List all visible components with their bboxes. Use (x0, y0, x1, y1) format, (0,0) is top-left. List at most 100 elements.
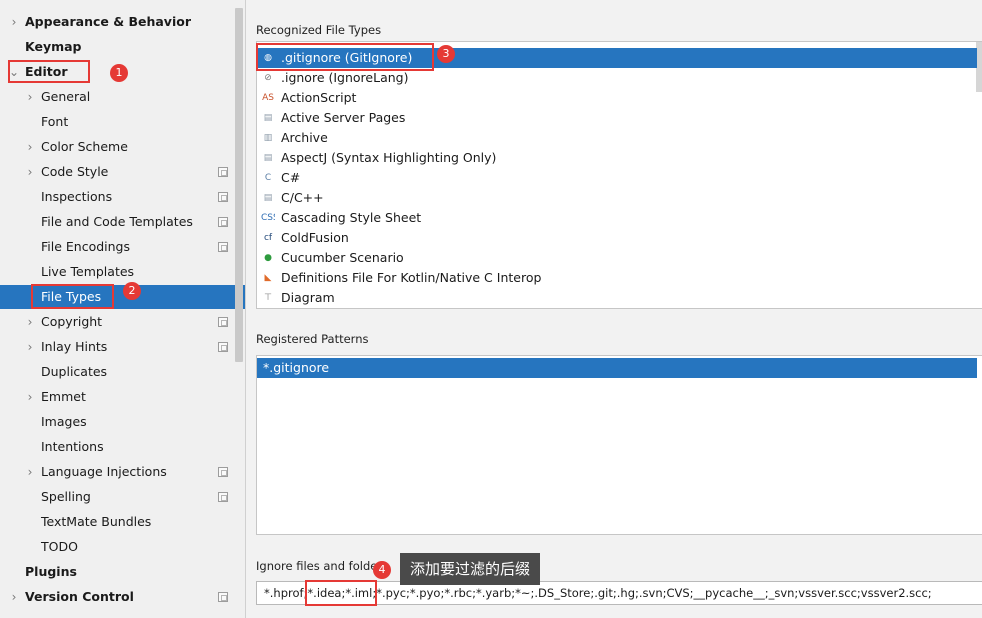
project-scope-icon (218, 217, 228, 227)
sidebar-item-todo[interactable]: TODO (0, 535, 234, 559)
project-scope-icon (218, 242, 228, 252)
project-scope-icon (218, 317, 228, 327)
sidebar-item-label: General (41, 89, 91, 104)
file-type-name: C/C++ (281, 190, 324, 205)
sidebar-item-label: Emmet (41, 389, 86, 404)
project-scope-icon (218, 192, 228, 202)
file-type-row-ignore-ignorelang[interactable]: ⊘ .ignore (IgnoreLang) (257, 68, 977, 88)
sidebar-item-plugins[interactable]: Plugins (0, 560, 234, 584)
sidebar-item-spelling[interactable]: Spelling (0, 485, 234, 509)
sidebar-item-label: Images (41, 414, 87, 429)
file-type-name: ColdFusion (281, 230, 349, 245)
sidebar-item-code-style[interactable]: › Code Style (0, 160, 234, 184)
sidebar-item-font[interactable]: Font (0, 110, 234, 134)
file-type-name: Definitions File For Kotlin/Native C Int… (281, 270, 542, 285)
recognized-file-types-label: Recognized File Types (256, 23, 382, 37)
sidebar-item-textmate-bundles[interactable]: TextMate Bundles (0, 510, 234, 534)
ignore-files-label: Ignore files and folders (256, 559, 389, 573)
sidebar-item-label: Spelling (41, 489, 91, 504)
sidebar-item-appearance-behavior[interactable]: › Appearance & Behavior (0, 10, 234, 34)
sidebar-item-label: TODO (41, 539, 78, 554)
chevron-right-icon[interactable]: › (8, 585, 20, 609)
sidebar-item-inspections[interactable]: Inspections (0, 185, 234, 209)
sidebar-item-label: Copyright (41, 314, 103, 329)
sidebar-item-label: Appearance & Behavior (25, 14, 191, 29)
cpp-icon: ▤ (263, 193, 273, 203)
sidebar-item-label: Inspections (41, 189, 113, 204)
sidebar-scrollbar[interactable] (235, 8, 243, 362)
sidebar-item-color-scheme[interactable]: › Color Scheme (0, 135, 234, 159)
chevron-right-icon[interactable]: › (8, 10, 20, 34)
file-type-row-c-c[interactable]: ▤ C/C++ (257, 188, 977, 208)
file-type-row-actionscript[interactable]: AS ActionScript (257, 88, 977, 108)
sidebar-item-label: TextMate Bundles (41, 514, 152, 529)
sidebar-item-copyright[interactable]: › Copyright (0, 310, 234, 334)
registered-patterns-label: Registered Patterns (256, 332, 369, 346)
sidebar-item-label: Plugins (25, 564, 77, 579)
project-scope-icon (218, 467, 228, 477)
kotlin-icon: ◣ (264, 273, 272, 283)
chevron-right-icon[interactable]: › (24, 460, 36, 484)
chevron-right-icon[interactable]: › (24, 85, 36, 109)
chevron-right-icon[interactable]: › (24, 135, 36, 159)
sidebar-item-version-control[interactable]: › Version Control (0, 585, 234, 609)
sidebar-item-inlay-hints[interactable]: › Inlay Hints (0, 335, 234, 359)
sidebar-item-images[interactable]: Images (0, 410, 234, 434)
step-badge-1: 1 (110, 64, 128, 82)
file-type-row-c[interactable]: C C# (257, 168, 977, 188)
file-type-name: ActionScript (281, 90, 357, 105)
sidebar-item-label: Code Style (41, 164, 109, 179)
highlight-editor (8, 60, 90, 83)
aspectj-icon: ▤ (263, 153, 273, 163)
file-type-name: Cucumber Scenario (281, 250, 404, 265)
sidebar-item-file-encodings[interactable]: File Encodings (0, 235, 234, 259)
sidebar-item-label: File and Code Templates (41, 214, 193, 229)
file-type-row-diagram[interactable]: ⊤ Diagram (257, 288, 977, 308)
sidebar-item-general[interactable]: › General (0, 85, 234, 109)
pattern-text: *.gitignore (263, 360, 330, 375)
sidebar-item-label: Inlay Hints (41, 339, 108, 354)
file-type-row-definitions-file-for-kotlin-native-c-interop[interactable]: ◣ Definitions File For Kotlin/Native C In… (257, 268, 977, 288)
file-types-pane: Recognized File Types ◍ .gitignore (GitIg… (247, 0, 982, 618)
sidebar-item-label: Live Templates (41, 264, 135, 279)
file-type-name: C# (281, 170, 301, 185)
file-type-row-archive[interactable]: ▥ Archive (257, 128, 977, 148)
annotation-tooltip: 添加要过滤的后缀 (400, 553, 541, 585)
sidebar-item-label: Color Scheme (41, 139, 128, 154)
highlight-idea-iml (305, 580, 377, 606)
sidebar-item-duplicates[interactable]: Duplicates (0, 360, 234, 384)
file-type-name: Diagram (281, 290, 335, 305)
cucumber-icon: ● (264, 253, 272, 263)
step-badge-2: 2 (123, 282, 141, 300)
chevron-right-icon[interactable]: › (24, 310, 36, 334)
chevron-right-icon[interactable]: › (24, 385, 36, 409)
file-type-row-cucumber-scenario[interactable]: ● Cucumber Scenario (257, 248, 977, 268)
sidebar-item-file-and-code-templates[interactable]: File and Code Templates (0, 210, 234, 234)
sidebar-item-label: Duplicates (41, 364, 108, 379)
file-type-row-aspectj-syntax-highlighting-only[interactable]: ▤ AspectJ (Syntax Highlighting Only) (257, 148, 977, 168)
step-badge-4: 4 (373, 561, 391, 579)
sidebar-item-language-injections[interactable]: › Language Injections (0, 460, 234, 484)
project-scope-icon (218, 167, 228, 177)
coldfusion-icon: cf (263, 233, 273, 243)
sidebar-item-intentions[interactable]: Intentions (0, 435, 234, 459)
sidebar-item-keymap[interactable]: Keymap (0, 35, 234, 59)
file-type-row-cascading-style-sheet[interactable]: CSS Cascading Style Sheet (257, 208, 977, 228)
archive-icon: ▥ (263, 133, 273, 143)
settings-sidebar: › Appearance & Behavior Keymap ⌄ Editor › Gene… (0, 0, 246, 618)
chevron-right-icon[interactable]: › (24, 335, 36, 359)
file-type-row-active-server-pages[interactable]: ▤ Active Server Pages (257, 108, 977, 128)
project-scope-icon (218, 342, 228, 352)
project-scope-icon (218, 592, 228, 602)
sidebar-item-emmet[interactable]: › Emmet (0, 385, 234, 409)
sidebar-item-live-templates[interactable]: Live Templates (0, 260, 234, 284)
registered-patterns-list[interactable]: *.gitignore (256, 355, 982, 535)
project-scope-icon (218, 492, 228, 502)
pattern-row[interactable]: *.gitignore (257, 358, 977, 378)
file-type-name: AspectJ (Syntax Highlighting Only) (281, 150, 497, 165)
recognized-file-types-list[interactable]: ◍ .gitignore (GitIgnore) ⊘ .ignore (IgnoreL… (256, 41, 982, 309)
file-type-row-coldfusion[interactable]: cf ColdFusion (257, 228, 977, 248)
css-icon: CSS (261, 213, 275, 223)
sidebar-item-label: Version Control (25, 589, 134, 604)
chevron-right-icon[interactable]: › (24, 160, 36, 184)
